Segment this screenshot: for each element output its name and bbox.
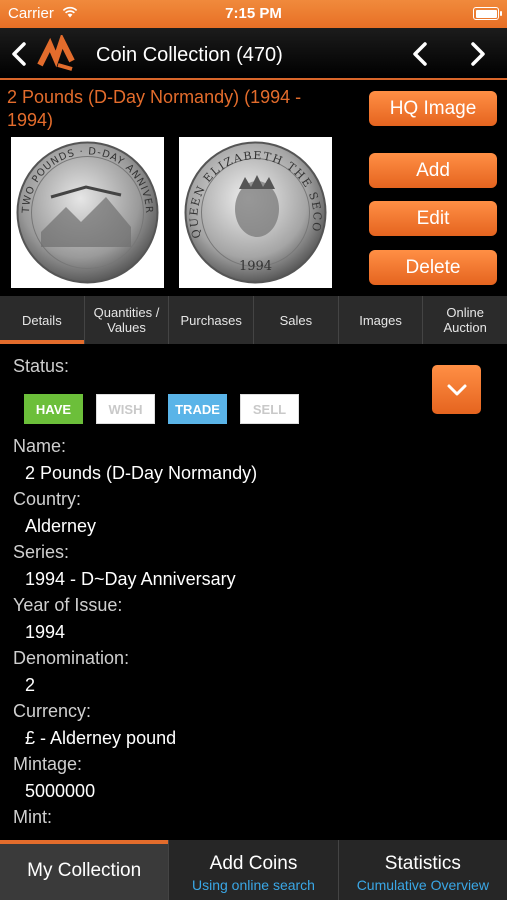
clock: 7:15 PM bbox=[225, 5, 282, 22]
detail-tabs: Details Quantities / Values Purchases Sa… bbox=[0, 296, 507, 344]
mint-label: Mint: bbox=[13, 807, 53, 827]
delete-button[interactable]: Delete bbox=[369, 250, 497, 285]
bottom-tab-bar: My Collection Add Coins Using online sea… bbox=[0, 840, 507, 900]
status-wish-toggle[interactable]: WISH bbox=[96, 394, 155, 424]
coin-reverse-year: 1994 bbox=[239, 259, 272, 274]
bottom-tab-statistics-title: Statistics bbox=[384, 853, 461, 874]
tab-images[interactable]: Images bbox=[339, 296, 424, 344]
app-logo-icon bbox=[37, 35, 75, 71]
status-trade-toggle[interactable]: TRADE bbox=[168, 394, 227, 424]
bottom-tab-my-collection[interactable]: My Collection bbox=[0, 840, 170, 900]
denomination-value: 2 bbox=[25, 675, 36, 695]
mintage-label: Mintage: bbox=[13, 754, 83, 774]
edit-button[interactable]: Edit bbox=[369, 201, 497, 236]
series-label: Series: bbox=[13, 542, 70, 562]
bottom-tab-statistics-subtitle: Cumulative Overview bbox=[356, 877, 489, 893]
tab-quantities-values[interactable]: Quantities / Values bbox=[85, 296, 170, 344]
bottom-tab-add-coins-title: Add Coins bbox=[209, 853, 298, 874]
series-value: 1994 - D~Day Anniversary bbox=[25, 569, 236, 589]
country-value: Alderney bbox=[25, 516, 97, 536]
year-of-issue-label: Year of Issue: bbox=[13, 595, 123, 615]
nav-bar: Coin Collection (470) bbox=[0, 28, 507, 80]
chevron-down-icon bbox=[447, 384, 466, 395]
status-sell-toggle[interactable]: SELL bbox=[240, 394, 299, 424]
battery-icon bbox=[473, 7, 502, 20]
back-chevron-icon[interactable] bbox=[4, 36, 34, 72]
name-value: 2 Pounds (D-Day Normandy) bbox=[25, 463, 258, 483]
name-label: Name: bbox=[13, 436, 67, 456]
coin-title: 2 Pounds (D-Day Normandy) (1994 - 1994) bbox=[7, 87, 302, 130]
currency-value: £ - Alderney pound bbox=[25, 728, 177, 748]
tab-online-auction[interactable]: Online Auction bbox=[423, 296, 507, 344]
year-of-issue-value: 1994 bbox=[25, 622, 66, 642]
hq-image-button[interactable]: HQ Image bbox=[369, 91, 497, 126]
denomination-label: Denomination: bbox=[13, 648, 130, 668]
tab-details[interactable]: Details bbox=[0, 296, 85, 344]
add-button[interactable]: Add bbox=[369, 153, 497, 188]
bottom-tab-add-coins-subtitle: Using online search bbox=[192, 877, 315, 893]
page-title: Coin Collection (470) bbox=[96, 44, 283, 66]
bottom-tab-statistics[interactable]: Statistics Cumulative Overview bbox=[339, 840, 507, 900]
details-panel: Status: HAVE WISH TRADE SELL Name: 2 Pou… bbox=[0, 344, 507, 840]
status-bar: Carrier 7:15 PM bbox=[0, 0, 507, 28]
tab-sales[interactable]: Sales bbox=[254, 296, 339, 344]
currency-label: Currency: bbox=[13, 701, 92, 721]
collapse-button[interactable] bbox=[432, 365, 481, 414]
tab-purchases[interactable]: Purchases bbox=[169, 296, 255, 344]
bottom-tab-my-collection-title: My Collection bbox=[27, 860, 142, 881]
status-label: Status: bbox=[13, 356, 70, 376]
next-coin-icon[interactable] bbox=[463, 36, 493, 72]
coin-reverse-image[interactable]: QUEEN ELIZABETH THE SECOND 1994 bbox=[173, 127, 332, 288]
coin-obverse-image[interactable]: TWO POUNDS · D-DAY ANNIVERSARY · ALDERNE… bbox=[6, 129, 164, 288]
country-label: Country: bbox=[13, 489, 82, 509]
status-have-toggle[interactable]: HAVE bbox=[24, 394, 83, 424]
previous-coin-icon[interactable] bbox=[405, 36, 435, 72]
bottom-tab-add-coins[interactable]: Add Coins Using online search bbox=[169, 840, 339, 900]
mintage-value: 5000000 bbox=[25, 781, 96, 801]
